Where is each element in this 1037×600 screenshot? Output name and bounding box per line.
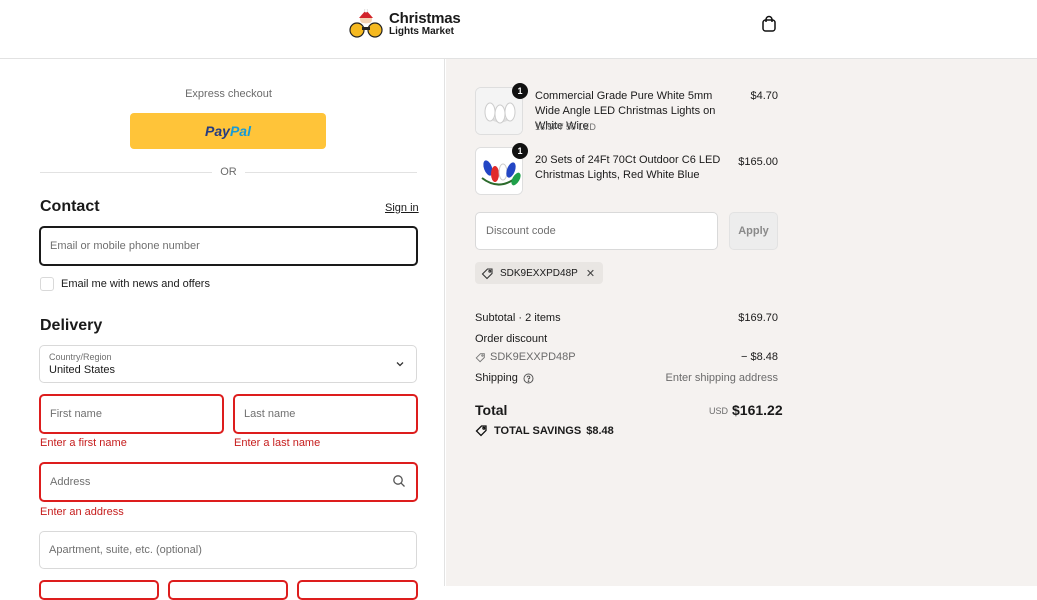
apartment-field[interactable]: Apartment, suite, etc. (optional)	[39, 531, 417, 569]
shopping-bag-icon[interactable]	[760, 15, 778, 33]
shipping-value: Enter shipping address	[665, 372, 778, 384]
last-name-placeholder: Last name	[244, 408, 296, 420]
applied-discount-chip: SDK9EXXPD48P ✕	[475, 262, 604, 284]
chevron-down-icon	[396, 362, 404, 367]
product-name: 20 Sets of 24Ft 70Ct Outdoor C6 LED Chri…	[535, 154, 721, 181]
contact-title: Contact	[40, 198, 100, 215]
christmas-lights-logo-icon	[348, 8, 386, 39]
shipping-label: Shipping	[475, 372, 518, 384]
savings-value: $8.48	[586, 424, 614, 437]
discount-placeholder: Discount code	[486, 225, 556, 237]
apartment-placeholder: Apartment, suite, etc. (optional)	[49, 544, 202, 556]
discount-code-text: SDK9EXXPD48P	[490, 351, 576, 363]
email-field[interactable]: Email or mobile phone number	[39, 226, 418, 266]
delivery-title: Delivery	[40, 317, 103, 334]
total-label: Total	[475, 402, 508, 418]
paypal-button[interactable]: Pay Pal	[130, 113, 326, 149]
product-price: $4.70	[750, 90, 778, 102]
order-summary-panel: 1 Commercial Grade Pure White 5mm Wide A…	[446, 59, 1037, 586]
discount-code-row: SDK9EXXPD48P − $8.48	[475, 351, 778, 363]
country-value: United States	[49, 364, 116, 376]
first-name-placeholder: First name	[50, 408, 102, 420]
apply-discount-button[interactable]: Apply	[729, 212, 778, 250]
address-error: Enter an address	[40, 506, 124, 518]
country-label: Country/Region	[49, 352, 112, 362]
logo-title: Christmas	[389, 10, 461, 27]
tag-icon	[481, 267, 493, 279]
tag-icon	[475, 352, 485, 362]
paypal-wordmark-pay: Pay	[205, 123, 230, 139]
discount-code-input[interactable]: Discount code	[475, 212, 718, 250]
shipping-row: Shipping Enter shipping address	[475, 372, 778, 384]
savings-label: TOTAL SAVINGS	[494, 424, 582, 437]
newsletter-label: Email me with news and offers	[61, 278, 210, 290]
subtotal-value: $169.70	[738, 312, 778, 324]
newsletter-checkbox[interactable]	[40, 277, 54, 291]
order-discount-row: Order discount	[475, 333, 778, 345]
paypal-wordmark-pal: Pal	[229, 123, 251, 139]
total-value: $161.22	[732, 402, 783, 418]
product-variant: 16.5FT 50 LED	[535, 122, 596, 132]
remove-discount-icon[interactable]: ✕	[586, 267, 595, 280]
newsletter-option[interactable]: Email me with news and offers	[40, 277, 210, 291]
quantity-badge: 1	[512, 83, 528, 99]
order-discount-label: Order discount	[475, 333, 548, 345]
zip-field[interactable]	[297, 580, 418, 600]
quantity-badge: 1	[512, 143, 528, 159]
logo-subtitle: Lights Market	[389, 26, 455, 37]
tag-icon	[475, 425, 487, 437]
discount-value: − $8.48	[740, 351, 778, 363]
first-name-error: Enter a first name	[40, 437, 127, 449]
city-field[interactable]	[39, 580, 159, 600]
total-savings: TOTAL SAVINGS $8.48	[475, 424, 619, 437]
or-divider-label: OR	[212, 166, 245, 178]
sign-in-link[interactable]: Sign in	[385, 202, 419, 214]
search-icon	[393, 475, 405, 487]
subtotal-label: Subtotal · 2 items	[475, 312, 561, 324]
subtotal-row: Subtotal · 2 items $169.70	[475, 312, 778, 324]
email-placeholder: Email or mobile phone number	[50, 240, 200, 252]
last-name-field[interactable]: Last name	[233, 394, 418, 434]
first-name-field[interactable]: First name	[39, 394, 224, 434]
last-name-error: Enter a last name	[234, 437, 321, 449]
product-price: $165.00	[738, 156, 778, 168]
country-select[interactable]: Country/Region United States	[39, 345, 417, 383]
address-placeholder: Address	[50, 476, 91, 488]
currency-code: USD	[709, 406, 729, 416]
applied-code: SDK9EXXPD48P	[500, 267, 578, 279]
store-logo[interactable]: Christmas Lights Market	[348, 8, 461, 39]
express-checkout-label: Express checkout	[185, 88, 272, 100]
address-field[interactable]: Address	[39, 462, 418, 502]
help-icon[interactable]	[523, 373, 534, 384]
checkout-form-panel: Express checkout Pay Pal OR Contact Sign …	[0, 59, 445, 600]
state-field[interactable]	[168, 580, 288, 600]
site-header: Christmas Lights Market	[0, 0, 1037, 59]
